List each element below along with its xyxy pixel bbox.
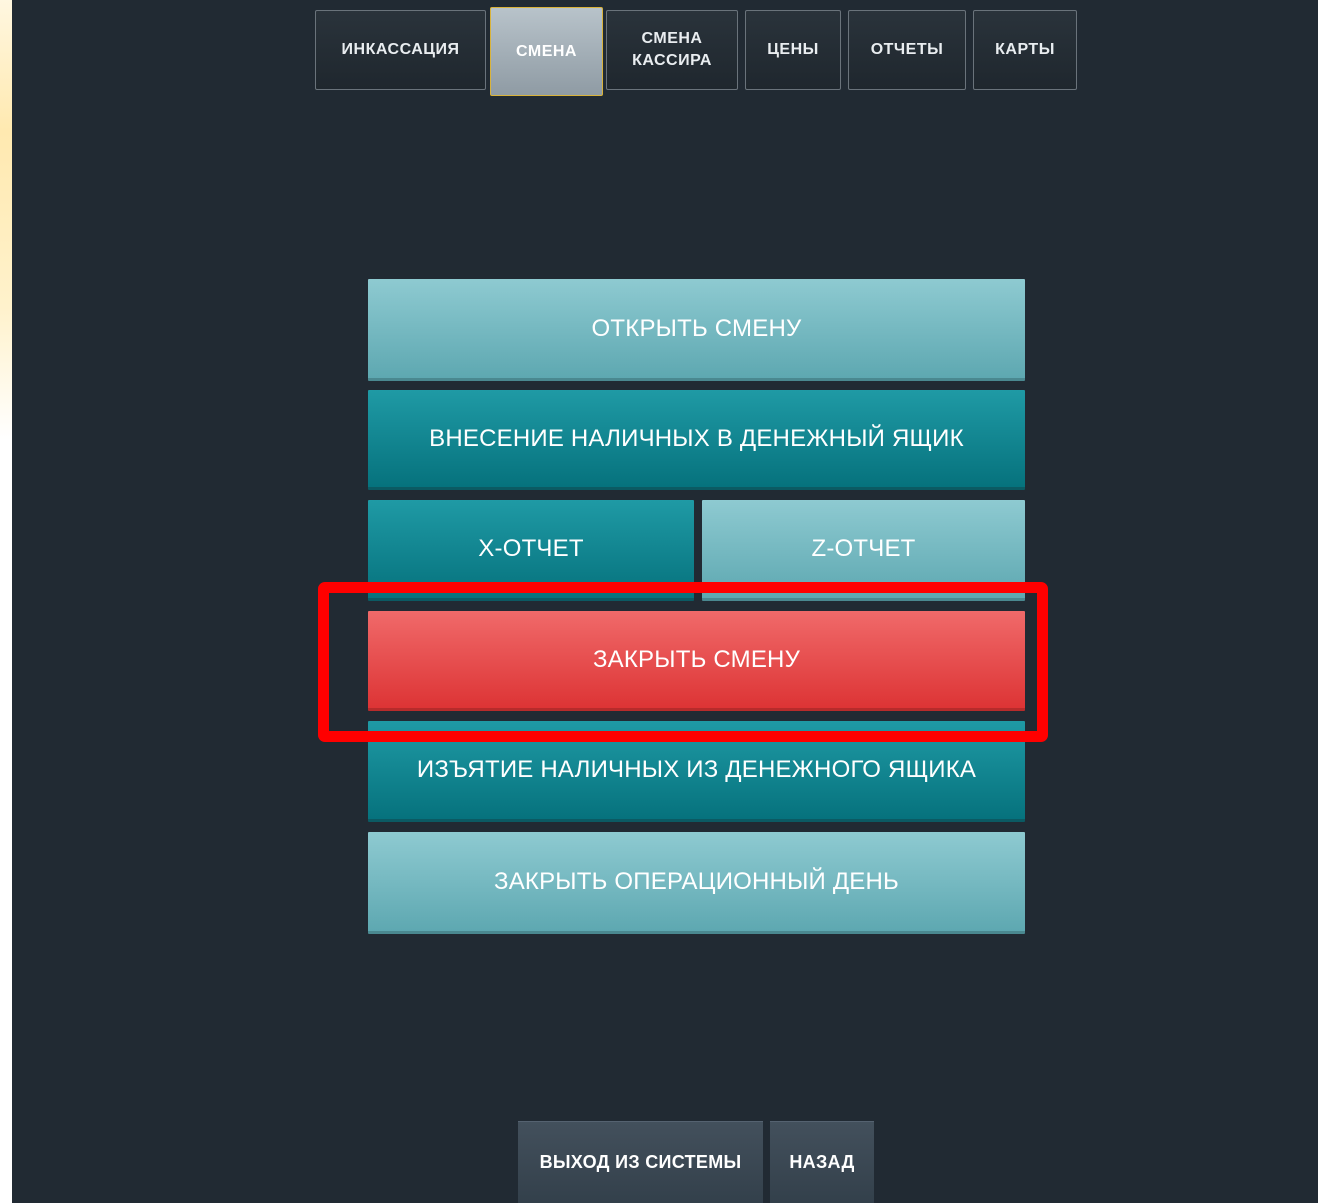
cash-in-button[interactable]: ВНЕСЕНИЕ НАЛИЧНЫХ В ДЕНЕЖНЫЙ ЯЩИК (368, 390, 1025, 490)
x-report-button[interactable]: X-ОТЧЕТ (368, 500, 694, 601)
z-report-label: Z-ОТЧЕТ (811, 535, 916, 562)
logout-button[interactable]: ВЫХОД ИЗ СИСТЕМЫ (518, 1121, 763, 1203)
close-operational-day-label: ЗАКРЫТЬ ОПЕРАЦИОННЫЙ ДЕНЬ (494, 867, 899, 895)
close-operational-day-button[interactable]: ЗАКРЫТЬ ОПЕРАЦИОННЫЙ ДЕНЬ (368, 832, 1025, 934)
tab-label: КАРТЫ (995, 41, 1055, 58)
cash-out-button[interactable]: ИЗЪЯТИЕ НАЛИЧНЫХ ИЗ ДЕНЕЖНОГО ЯЩИКА (368, 721, 1025, 822)
x-report-label: X-ОТЧЕТ (478, 535, 584, 562)
tab-label: СМЕНА КАССИРА (632, 30, 712, 69)
tab-cards[interactable]: КАРТЫ (973, 10, 1077, 90)
left-edge-glow (0, 0, 12, 440)
back-button[interactable]: НАЗАД (770, 1121, 874, 1203)
tab-shift[interactable]: СМЕНА (490, 7, 603, 96)
open-shift-label: ОТКРЫТЬ СМЕНУ (591, 314, 802, 342)
tab-prices[interactable]: ЦЕНЫ (745, 10, 841, 90)
close-shift-label: ЗАКРЫТЬ СМЕНУ (592, 645, 801, 673)
logout-label: ВЫХОД ИЗ СИСТЕМЫ (539, 1152, 742, 1172)
tab-label: ОТЧЕТЫ (870, 41, 944, 58)
tab-cashier-change[interactable]: СМЕНА КАССИРА (606, 10, 738, 90)
close-shift-button[interactable]: ЗАКРЫТЬ СМЕНУ (368, 611, 1025, 711)
shift-menu-screen (12, 0, 1318, 1203)
open-shift-button[interactable]: ОТКРЫТЬ СМЕНУ (368, 279, 1025, 381)
tab-label: СМЕНА (516, 42, 577, 60)
back-label: НАЗАД (789, 1152, 855, 1172)
tab-encashment[interactable]: ИНКАССАЦИЯ (315, 10, 486, 90)
cash-in-label: ВНЕСЕНИЕ НАЛИЧНЫХ В ДЕНЕЖНЫЙ ЯЩИК (429, 424, 964, 452)
tab-label: ИНКАССАЦИЯ (341, 41, 460, 58)
tab-label: ЦЕНЫ (767, 41, 819, 58)
z-report-button[interactable]: Z-ОТЧЕТ (702, 500, 1025, 601)
tab-reports[interactable]: ОТЧЕТЫ (848, 10, 966, 90)
cash-out-label: ИЗЪЯТИЕ НАЛИЧНЫХ ИЗ ДЕНЕЖНОГО ЯЩИКА (416, 756, 977, 783)
